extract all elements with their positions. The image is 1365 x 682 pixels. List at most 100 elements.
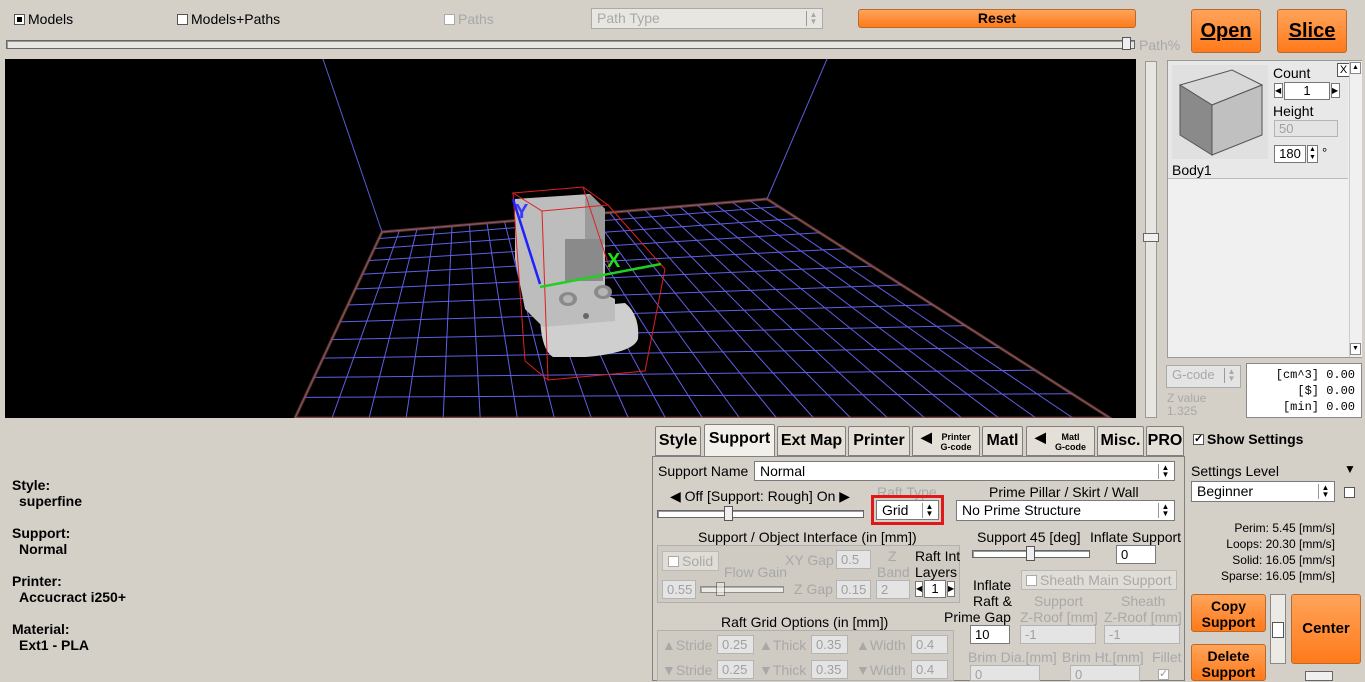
raft-int-label-1: Raft Int <box>915 548 961 564</box>
copy-support-button[interactable]: Copy Support <box>1191 594 1266 632</box>
scroll-down-icon[interactable]: ▼ <box>1350 343 1361 355</box>
width-bottom-text: Width <box>869 662 906 678</box>
triangle-down-icon: ▼ <box>856 662 870 678</box>
support-roof-input[interactable]: -1 <box>1020 625 1096 644</box>
settings-level-checkbox[interactable] <box>1344 487 1355 498</box>
z-gap-label: Z Gap <box>794 581 833 597</box>
xy-gap-input[interactable]: 0.5 <box>836 550 871 569</box>
support-level-slider[interactable] <box>657 510 864 518</box>
models-label: Models <box>28 11 74 27</box>
support-name-value: Normal <box>760 463 806 479</box>
settings-level-value: Beginner <box>1197 483 1254 499</box>
inflate-raft-input[interactable]: 10 <box>970 625 1010 644</box>
layer-slider-thumb[interactable] <box>1143 233 1159 242</box>
raft-int-decrement[interactable]: ◀ <box>915 581 923 597</box>
delete-support-line2: Support <box>1201 664 1256 680</box>
settings-level-dropdown[interactable]: Beginner ▲ ▼ <box>1191 481 1335 502</box>
prime-pillar-dropdown[interactable]: No Prime Structure ▲ ▼ <box>956 500 1175 521</box>
scroll-up-icon[interactable]: ▲ <box>1350 62 1361 74</box>
inflate-raft-label-3: Prime Gap <box>944 609 1011 625</box>
support-level-thumb[interactable] <box>724 506 733 521</box>
rotation-spinner-icon[interactable]: ▲ ▼ <box>1307 145 1318 163</box>
paths-checkbox[interactable]: Paths <box>444 11 494 27</box>
count-decrement[interactable]: ◀ <box>1274 83 1283 98</box>
raft-grid-title: Raft Grid Options (in [mm]) <box>721 614 889 630</box>
delete-support-button[interactable]: Delete Support <box>1191 644 1266 681</box>
tab-support[interactable]: Support <box>704 424 775 456</box>
thick-top-input[interactable]: 0.35 <box>811 635 848 654</box>
fillet-checkbox[interactable] <box>1158 667 1172 682</box>
model-list-scrollbar[interactable] <box>1349 61 1362 357</box>
raft-type-dropdown[interactable]: Grid ▲ ▼ <box>876 500 939 520</box>
thick-top-text: Thick <box>772 637 807 653</box>
bottom-slider-thumb[interactable] <box>1305 671 1333 681</box>
support45-thumb[interactable] <box>1026 546 1035 561</box>
sheath-roof-input[interactable]: -1 <box>1104 625 1180 644</box>
rotation-input[interactable]: 180 <box>1274 145 1306 163</box>
summary-printer-label: Printer: <box>12 573 62 589</box>
summary-support-value: Normal <box>19 541 68 557</box>
brim-ht-input[interactable]: 0 <box>1070 665 1140 681</box>
solid-checkbox[interactable]: Solid <box>662 551 720 571</box>
sheath-main-checkbox[interactable]: Sheath Main Support <box>1021 570 1177 590</box>
chevron-updown-icon: ▲ ▼ <box>922 503 936 518</box>
solid-box <box>668 556 679 567</box>
stride-top-input[interactable]: 0.25 <box>717 635 754 654</box>
support-vertical-thumb[interactable] <box>1272 622 1284 638</box>
tab-style[interactable]: Style <box>655 426 701 456</box>
tab-matl[interactable]: Matl <box>982 426 1023 456</box>
height-label: Height <box>1273 103 1314 119</box>
inflate-raft-label-2: Raft & <box>973 593 1012 609</box>
tab-matl-gcode[interactable]: ◀ Matl G-code <box>1026 426 1095 456</box>
support45-label: Support 45 [deg] <box>977 529 1081 545</box>
flow-gain-input[interactable]: 0.55 <box>662 580 696 599</box>
model-thumbnail <box>1172 65 1268 159</box>
summary-material-label: Material: <box>12 621 70 637</box>
width-top-input[interactable]: 0.4 <box>911 635 948 654</box>
gcode-dropdown[interactable]: G-code ▲ ▼ <box>1166 365 1241 388</box>
open-button[interactable]: Open <box>1191 9 1261 53</box>
flow-gain-slider[interactable] <box>700 586 784 593</box>
count-increment[interactable]: ▶ <box>1331 83 1340 98</box>
sheath-main-label: Sheath Main Support <box>1040 572 1172 588</box>
raft-int-input[interactable]: 1 <box>924 580 946 598</box>
path-percent-label: Path% <box>1139 37 1181 53</box>
chevron-updown-icon: ▲ ▼ <box>1318 484 1332 499</box>
tab-ext-map[interactable]: Ext Map <box>777 426 846 456</box>
stride-bottom-input[interactable]: 0.25 <box>717 660 754 679</box>
path-percent-thumb[interactable] <box>1122 37 1131 50</box>
tab-printer[interactable]: Printer <box>848 426 910 456</box>
triangle-down-icon[interactable]: ▼ <box>1344 462 1356 476</box>
count-input[interactable]: 1 <box>1284 82 1330 100</box>
copy-support-line2: Support <box>1201 614 1256 630</box>
tab-misc[interactable]: Misc. <box>1097 426 1144 456</box>
loops-speed: Loops: 20.30 [mm/s] <box>1226 537 1335 551</box>
support-name-dropdown[interactable]: Normal ▲ ▼ <box>754 461 1175 481</box>
fillet-label: Fillet <box>1152 649 1182 665</box>
inflate-support-input[interactable]: 0 <box>1116 545 1156 564</box>
slice-button[interactable]: Slice <box>1277 9 1347 53</box>
tab-pro[interactable]: PRO <box>1146 426 1184 456</box>
models-paths-checkbox[interactable]: Models+Paths <box>177 11 280 27</box>
models-radio[interactable]: Models <box>14 11 73 27</box>
3d-viewport[interactable]: Y X <box>5 58 1136 420</box>
reset-button[interactable]: Reset <box>858 9 1136 28</box>
chevron-updown-icon: ▲ ▼ <box>1158 464 1172 479</box>
support-roof-label-1: Support <box>1034 593 1084 609</box>
show-settings-checkbox[interactable]: Show Settings <box>1193 431 1303 447</box>
width-bottom-input[interactable]: 0.4 <box>911 660 948 679</box>
path-percent-slider[interactable] <box>6 40 1135 49</box>
z-band-input[interactable]: 2 <box>876 580 910 599</box>
flow-gain-thumb[interactable] <box>716 582 725 596</box>
brim-dia-input[interactable]: 0 <box>970 665 1040 681</box>
height-input[interactable]: 50 <box>1274 120 1338 137</box>
raft-int-increment[interactable]: ▶ <box>947 581 955 597</box>
summary-support-label: Support: <box>12 525 71 541</box>
thick-top-label: ▲Thick <box>759 637 806 653</box>
center-button[interactable]: Center <box>1291 594 1361 664</box>
path-type-dropdown[interactable]: Path Type ▲ ▼ <box>591 8 823 29</box>
thick-bottom-input[interactable]: 0.35 <box>811 660 848 679</box>
tab-printer-gcode[interactable]: ◀ Printer G-code <box>912 426 980 456</box>
z-gap-input[interactable]: 0.15 <box>836 580 871 599</box>
inflate-raft-label-1: Inflate <box>973 577 1012 593</box>
